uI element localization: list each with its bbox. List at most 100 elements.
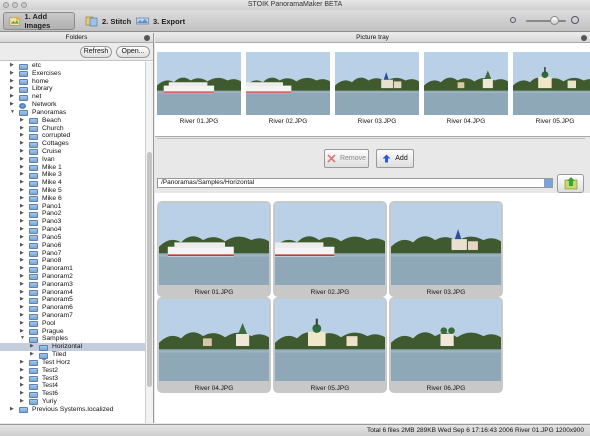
disclosure-triangle-icon[interactable]: ▶ <box>20 273 24 281</box>
tray-thumbnail[interactable]: River 02.JPG <box>242 52 330 125</box>
zoom-out-icon[interactable] <box>510 17 516 23</box>
folder-tree-item[interactable]: ▶ Library <box>0 85 146 93</box>
folder-tree-item[interactable]: ▶ corrupted <box>0 132 146 140</box>
disclosure-triangle-icon[interactable]: ▶ <box>10 93 14 101</box>
folder-tree-item[interactable]: ▶ Panoram7 <box>0 312 146 320</box>
close-window-icon[interactable] <box>3 2 9 8</box>
disclosure-triangle-icon[interactable]: ▶ <box>20 359 24 367</box>
disclosure-triangle-icon[interactable]: ▶ <box>10 78 14 86</box>
folder-tree-item[interactable]: ▶ Pano2 <box>0 210 146 218</box>
folder-tree-item[interactable]: ▶ Panoram4 <box>0 289 146 297</box>
disclosure-triangle-icon[interactable]: ▶ <box>20 242 24 250</box>
folder-tree-item[interactable]: ▶ Test2 <box>0 367 146 375</box>
browser-thumbnail[interactable]: River 06.JPG <box>389 297 503 393</box>
disclosure-triangle-icon[interactable]: ▶ <box>20 296 24 304</box>
disclosure-triangle-icon[interactable]: ▶ <box>20 187 24 195</box>
step-add-images-button[interactable]: 1. Add Images <box>3 12 75 30</box>
expanded-triangle-icon[interactable]: ▼ <box>10 109 15 117</box>
folder-tree-item[interactable]: ▶ Mike 4 <box>0 179 146 187</box>
folder-tree-item[interactable]: ▶ Ivan <box>0 156 146 164</box>
tray-thumbnail[interactable]: River 04.JPG <box>424 52 508 125</box>
folder-tree-item[interactable]: ▶ Panoram2 <box>0 273 146 281</box>
folder-tree-item[interactable]: ▶ Yuriy <box>0 398 146 406</box>
folder-tree-item[interactable]: ▶ Mike 1 <box>0 164 146 172</box>
disclosure-triangle-icon[interactable]: ▶ <box>20 304 24 312</box>
disclosure-triangle-icon[interactable]: ▶ <box>20 164 24 172</box>
refresh-button[interactable]: Refresh <box>80 46 112 58</box>
browser-thumbnail[interactable]: River 01.JPG <box>157 201 271 297</box>
disclosure-triangle-icon[interactable]: ▶ <box>20 375 24 383</box>
disclosure-triangle-icon[interactable]: ▶ <box>20 179 24 187</box>
folder-tree-item[interactable]: ▶ Prague <box>0 328 146 336</box>
disclosure-triangle-icon[interactable]: ▶ <box>20 257 24 265</box>
browser-thumbnail[interactable]: River 04.JPG <box>157 297 271 393</box>
disclosure-triangle-icon[interactable]: ▶ <box>30 351 34 359</box>
disclosure-triangle-icon[interactable]: ▶ <box>20 117 24 125</box>
browser-thumbnail[interactable]: River 03.JPG <box>389 201 503 297</box>
folders-panel-close-icon[interactable] <box>144 35 150 41</box>
tray-thumbnail[interactable]: River 05.JPG <box>513 52 590 125</box>
folder-tree-item[interactable]: ▶ Test4 <box>0 382 146 390</box>
disclosure-triangle-icon[interactable]: ▶ <box>20 171 24 179</box>
disclosure-triangle-icon[interactable]: ▶ <box>20 265 24 273</box>
folder-tree-item[interactable]: ▶ Panoram6 <box>0 304 146 312</box>
folder-tree-item[interactable]: ▶ Exercises <box>0 70 146 78</box>
folder-tree-item[interactable]: ▶ etc <box>0 62 146 70</box>
path-dropdown-icon[interactable] <box>544 179 552 187</box>
browser-thumbnail[interactable]: River 05.JPG <box>273 297 387 393</box>
zoom-window-icon[interactable] <box>21 2 27 8</box>
folder-tree-item[interactable]: ▶ Panoram1 <box>0 265 146 273</box>
browser-thumbnail[interactable]: River 02.JPG <box>273 201 387 297</box>
folder-tree-item[interactable]: ▶ Previous Systems.localized <box>0 406 146 414</box>
disclosure-triangle-icon[interactable]: ▶ <box>20 195 24 203</box>
disclosure-triangle-icon[interactable]: ▶ <box>10 85 14 93</box>
expanded-triangle-icon[interactable]: ▼ <box>20 335 25 343</box>
folder-tree-item[interactable]: ▶ Horizontal <box>0 343 146 352</box>
folder-tree-item[interactable]: ▶ Test3 <box>0 375 146 383</box>
disclosure-triangle-icon[interactable]: ▶ <box>10 62 14 70</box>
minimize-window-icon[interactable] <box>12 2 18 8</box>
disclosure-triangle-icon[interactable]: ▶ <box>10 101 14 109</box>
folder-tree-item[interactable]: ▶ Pano4 <box>0 226 146 234</box>
folder-tree-item[interactable]: ▶ Test Horz <box>0 359 146 367</box>
disclosure-triangle-icon[interactable]: ▶ <box>20 156 24 164</box>
disclosure-triangle-icon[interactable]: ▶ <box>20 367 24 375</box>
folder-tree-item[interactable]: ▶ home <box>0 78 146 86</box>
open-button[interactable]: Open... <box>116 46 150 58</box>
folder-tree-scroll-thumb[interactable] <box>147 152 152 387</box>
disclosure-triangle-icon[interactable]: ▶ <box>20 281 24 289</box>
disclosure-triangle-icon[interactable]: ▶ <box>20 390 24 398</box>
folder-tree-item[interactable]: ▶ Beach <box>0 117 146 125</box>
disclosure-triangle-icon[interactable]: ▶ <box>10 70 14 78</box>
folder-up-button[interactable] <box>557 174 584 193</box>
folder-tree-item[interactable]: ▶ Pano6 <box>0 242 146 250</box>
folder-tree-item[interactable]: ▶ Mike 6 <box>0 195 146 203</box>
folder-tree-item[interactable]: ▶ Pano5 <box>0 234 146 242</box>
folder-tree-item[interactable]: ▼ Samples <box>0 335 146 343</box>
tray-thumbnail[interactable]: River 01.JPG <box>157 52 241 125</box>
zoom-slider-knob[interactable] <box>550 16 559 25</box>
disclosure-triangle-icon[interactable]: ▶ <box>20 289 24 297</box>
remove-button[interactable]: Remove <box>324 149 369 168</box>
disclosure-triangle-icon[interactable]: ▶ <box>20 226 24 234</box>
disclosure-triangle-icon[interactable]: ▶ <box>20 140 24 148</box>
folder-tree-scrollbar[interactable] <box>145 62 153 423</box>
path-select[interactable]: /Panoramas/Samples/Horizontal <box>157 178 553 188</box>
folder-tree-item[interactable]: ▶ Mike 5 <box>0 187 146 195</box>
disclosure-triangle-icon[interactable]: ▶ <box>20 320 24 328</box>
disclosure-triangle-icon[interactable]: ▶ <box>20 234 24 242</box>
add-button[interactable]: Add <box>376 149 414 168</box>
disclosure-triangle-icon[interactable]: ▶ <box>30 343 34 351</box>
zoom-slider-track[interactable] <box>526 20 566 22</box>
disclosure-triangle-icon[interactable]: ▶ <box>20 328 24 336</box>
folder-tree-item[interactable]: ▶ Panoram3 <box>0 281 146 289</box>
tray-thumbnail[interactable]: River 03.JPG <box>335 52 419 125</box>
folder-tree-item[interactable]: ▶ Tiled <box>0 351 146 359</box>
folder-tree-item[interactable]: ▶ Pano8 <box>0 257 146 265</box>
folder-tree-item[interactable]: ▶ net <box>0 93 146 101</box>
folder-tree-item[interactable]: ▶ Network <box>0 101 146 109</box>
folder-tree-item[interactable]: ▶ Pano3 <box>0 218 146 226</box>
disclosure-triangle-icon[interactable]: ▶ <box>20 125 24 133</box>
disclosure-triangle-icon[interactable]: ▶ <box>20 210 24 218</box>
disclosure-triangle-icon[interactable]: ▶ <box>20 132 24 140</box>
